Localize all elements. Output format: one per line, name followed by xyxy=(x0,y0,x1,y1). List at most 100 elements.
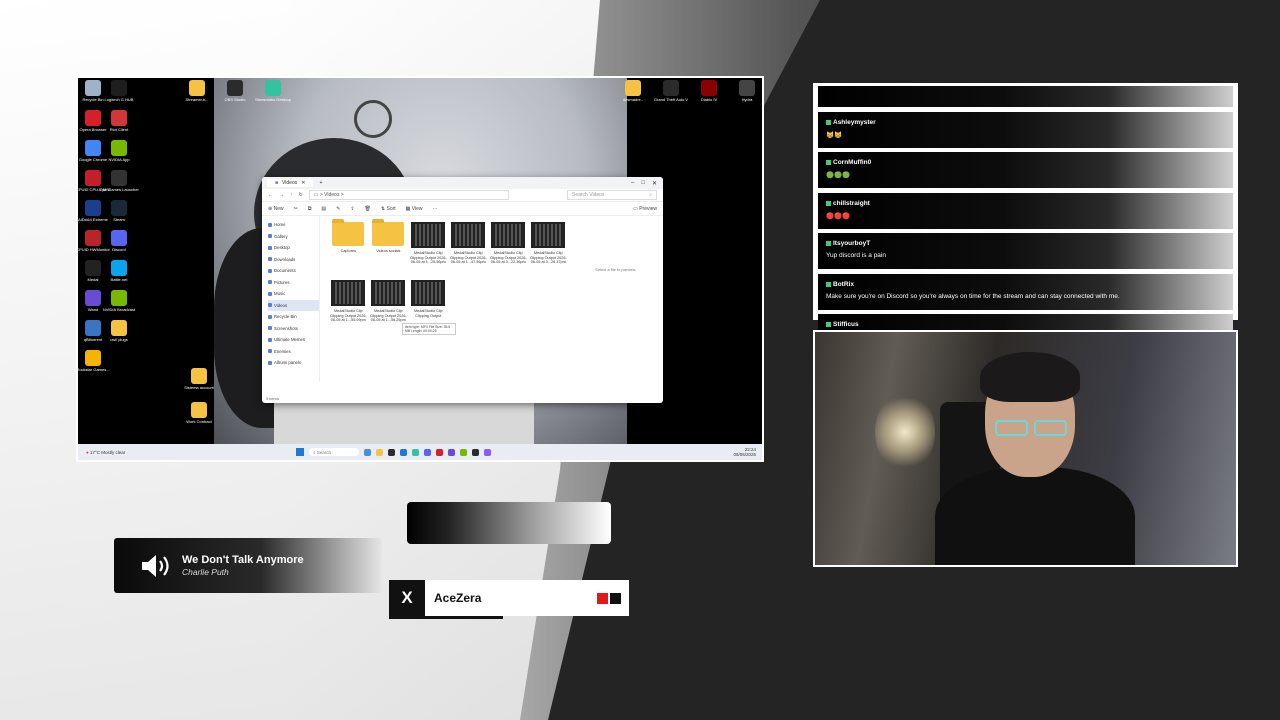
chat-username: BotRix xyxy=(833,280,854,288)
desktop-shortcut-streamer-b[interactable]: Streamer.b... xyxy=(182,80,212,102)
nav-item-ultimate-memes[interactable]: Ultimate Memes xyxy=(268,334,319,346)
rename-icon[interactable]: ✎ xyxy=(336,206,340,212)
start-button[interactable] xyxy=(296,448,304,456)
desktop-icon xyxy=(268,245,272,250)
back-icon[interactable]: ← xyxy=(268,192,273,198)
nav-item-videos[interactable]: Videos xyxy=(268,299,320,311)
forward-icon[interactable]: → xyxy=(279,192,284,198)
desktop-shortcut-riot-client[interactable]: Riot Client xyxy=(104,110,134,132)
nav-item-documents[interactable]: Documents xyxy=(268,265,319,277)
file-explorer-window[interactable]: ■ Videos ✕ + – □ ✕ ← → ↑ ↻ ▭ > Videos > … xyxy=(262,177,663,403)
desktop-shortcut-uwll-plugs[interactable]: uwll plugs xyxy=(104,320,134,342)
taskbar-app-11-icon[interactable] xyxy=(484,448,491,456)
desktop-shortcut-hydra[interactable]: Hydra xyxy=(732,80,762,102)
desktop-shortcut-steam[interactable]: Steam xyxy=(104,200,134,222)
taskbar-app-2-icon[interactable] xyxy=(376,448,383,456)
nav-item-music[interactable]: Music xyxy=(268,288,319,300)
copy-icon[interactable]: ⧉ xyxy=(308,206,312,212)
taskbar-app-10-icon[interactable] xyxy=(472,448,479,456)
folder-item[interactable]: Videos socials xyxy=(368,219,408,280)
desktop-shortcut-nvidia-app[interactable]: NVIDIA App xyxy=(104,140,134,162)
taskbar-app-5-icon[interactable] xyxy=(412,448,419,456)
desktop-shortcut-nvidia-broadcast[interactable]: NVIDIA Broadcast xyxy=(103,290,135,312)
nav-item-label: Desktop xyxy=(274,245,290,251)
refresh-icon[interactable]: ↻ xyxy=(299,192,303,198)
video-file-item[interactable]: MedalStudio Clip Clipping Output 2026-06… xyxy=(328,280,368,338)
desktop-shortcut-sistema-account[interactable]: Sistema account xyxy=(184,368,214,390)
taskbar-app-1-icon[interactable] xyxy=(364,448,371,456)
nav-item-pictures[interactable]: Pictures xyxy=(268,277,319,289)
nav-item-downloads[interactable]: Downloads xyxy=(268,254,319,266)
taskbar-app-7-icon[interactable] xyxy=(436,448,443,456)
sort-button[interactable]: ⇅ Sort xyxy=(381,206,396,212)
nav-item-label: Videos xyxy=(274,302,288,308)
nav-item-gallery[interactable]: Gallery xyxy=(268,231,319,243)
chat-text: 🔴🔴🔴 xyxy=(826,212,851,220)
taskbar-app-4-icon[interactable] xyxy=(400,448,407,456)
desktop-shortcut-work-contract[interactable]: Work Contract xyxy=(184,402,214,424)
nav-item-home[interactable]: Home xyxy=(268,219,319,231)
desktop-shortcut-discord[interactable]: Discord xyxy=(104,230,134,252)
desktop-shortcut-streamlabs-desktop[interactable]: Streamlabs Desktop xyxy=(255,80,291,102)
chat-username: ItsyourboyT xyxy=(833,240,871,247)
webcam-feed xyxy=(813,330,1238,567)
desmadre-icon xyxy=(625,80,641,96)
taskbar-app-8-icon[interactable] xyxy=(448,448,455,456)
nav-item-label: Home xyxy=(274,222,286,228)
desktop-shortcut-obs-studio[interactable]: OBS Studio xyxy=(220,80,250,102)
weather-text: 17°C Mostly clear xyxy=(89,449,126,455)
more-button[interactable]: ··· xyxy=(433,206,438,212)
taskbar-app-3-icon[interactable] xyxy=(388,448,395,456)
system-clock[interactable]: 22:24 05/06/2026 xyxy=(733,447,762,457)
share-icon[interactable]: ⇪ xyxy=(350,206,354,212)
cut-icon[interactable]: ✂ xyxy=(294,206,298,212)
desktop-shortcut-label: Battle.net xyxy=(110,277,128,282)
desktop-shortcut-grand-theft-auto-v[interactable]: Grand Theft Auto V xyxy=(654,80,688,102)
folder-icon: ■ xyxy=(275,180,279,186)
nav-item-recycle-bin[interactable]: Recycle Bin xyxy=(268,311,319,323)
video-file-item[interactable]: MedalStudio Clip Clipping Output 2026-06… xyxy=(448,222,488,280)
desktop-icons-lower: Sistema account Work Contract xyxy=(184,368,214,424)
weather-widget[interactable]: ● 17°C Mostly clear xyxy=(78,450,296,455)
video-file-item[interactable]: MedalStudio Clip Clipping Output 2026-06… xyxy=(488,222,528,280)
chat-card-cutoff xyxy=(818,86,1233,107)
desktop-shortcut-label: Logitech G HUB xyxy=(104,97,134,102)
folder-item[interactable]: Captures xyxy=(328,219,368,280)
desktop-shortcut-desmadre[interactable]: desmadre.. xyxy=(618,80,648,102)
video-file-item[interactable]: MedalStudio Clip Clipping Output 2026-06… xyxy=(528,222,568,280)
desktop-shortcut-label: Streamer.b... xyxy=(185,97,209,102)
desktop-icons-top: Streamer.b... OBS Studio Streamlabs Deskto… xyxy=(182,80,291,102)
taskbar-search[interactable]: ⌕ Search xyxy=(309,448,359,456)
paste-icon[interactable]: ▤ xyxy=(321,206,326,212)
desktop-shortcut-label: NVIDIA App xyxy=(108,157,130,162)
up-icon[interactable]: ↑ xyxy=(290,192,293,198)
desktop-shortcut-diablo-iv[interactable]: Diablo IV xyxy=(694,80,724,102)
desktop-shortcut-label: OBS Studio xyxy=(224,97,246,102)
nav-item-screenshots[interactable]: Screenshots xyxy=(268,323,319,335)
desktop-shortcut-epic-games-launcher[interactable]: Epic Games Launcher xyxy=(99,170,139,192)
nav-item-albumi-panels[interactable]: Albumi panels xyxy=(268,357,319,369)
taskbar-app-6-icon[interactable] xyxy=(424,448,431,456)
new-tab-icon[interactable]: + xyxy=(319,180,322,186)
explorer-tab[interactable]: ■ Videos ✕ xyxy=(267,179,314,187)
close-tab-icon[interactable]: ✕ xyxy=(301,180,305,186)
address-path[interactable]: ▭ > Videos > xyxy=(308,190,509,200)
desktop-shortcut-label: Discord xyxy=(112,247,126,252)
now-playing-widget: We Don't Talk Anymore Charlie Puth xyxy=(114,538,382,593)
taskbar-app-9-icon[interactable] xyxy=(460,448,467,456)
desktop-shortcut-logitech-g-hub[interactable]: Logitech G HUB xyxy=(104,80,134,102)
nav-item-enemies[interactable]: Enemies xyxy=(268,346,319,358)
steam-icon xyxy=(111,200,127,216)
new-button[interactable]: ⊕ New xyxy=(268,206,284,212)
view-button[interactable]: ▦ View xyxy=(406,206,423,212)
desktop-shortcut-battle-net[interactable]: Battle.net xyxy=(104,260,134,282)
home-icon xyxy=(268,222,272,227)
delete-icon[interactable]: 🗑 xyxy=(365,206,371,212)
desktop-shortcut-label: Work Contract xyxy=(186,419,212,424)
desktop-shortcut-rockstar-games[interactable]: Rockstar Games... xyxy=(78,350,110,372)
user-badge-icon xyxy=(826,322,831,327)
music-icon xyxy=(268,291,272,296)
nav-item-desktop[interactable]: Desktop xyxy=(268,242,319,254)
video-file-item[interactable]: MedalStudio Clip Clipping Output 2026-06… xyxy=(408,222,448,280)
song-title: We Don't Talk Anymore xyxy=(182,554,304,566)
